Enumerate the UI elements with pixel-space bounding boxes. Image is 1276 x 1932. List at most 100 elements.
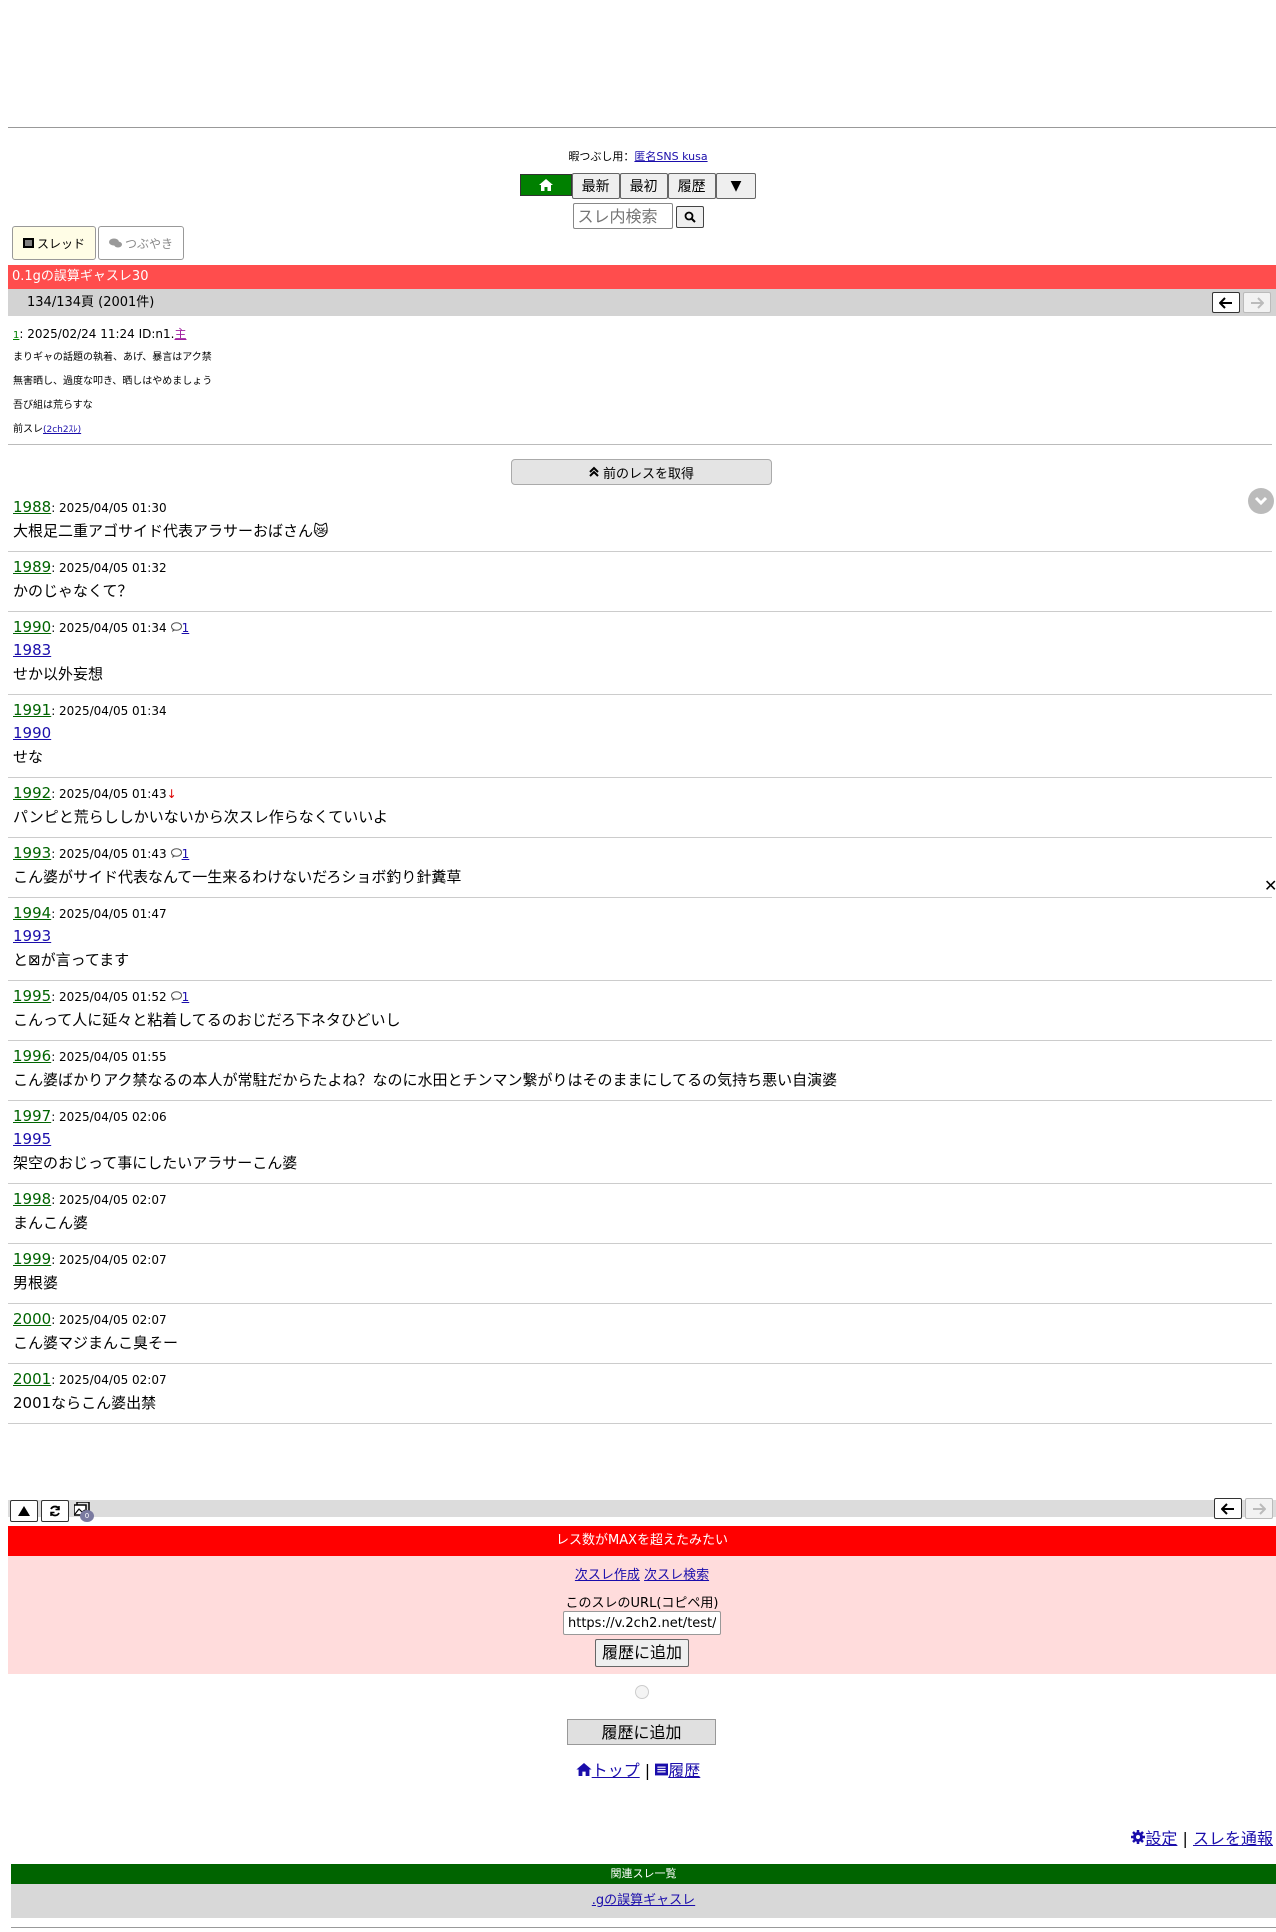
next-thread-search-link[interactable]: 次スレ検索 [644, 1568, 709, 1583]
scroll-top-button[interactable] [10, 1500, 38, 1522]
post-item: 1995: 2025/04/05 01:52 1 こんって人に延々と粘着してるのおじ… [8, 981, 1272, 1041]
footer-next-page-button[interactable] [1245, 1498, 1273, 1519]
op-prev-link[interactable]: (2ch2ｽﾚ) [43, 425, 81, 435]
post-date: : 2025/04/05 01:43 [51, 787, 167, 801]
refresh-button[interactable] [41, 1500, 69, 1522]
reply-count[interactable]: 1 [170, 990, 189, 1004]
tab-tweet-label: つぶやき [125, 236, 174, 251]
prev-page-button[interactable] [1212, 292, 1240, 313]
reply-count[interactable]: 1 [170, 847, 190, 861]
post-number[interactable]: 2000 [13, 1310, 51, 1328]
reply-count[interactable]: 1 [170, 621, 189, 635]
op-line: まりギャの話題の執着、あげ、暴言はアク禁 [13, 352, 212, 363]
post-item: 1994: 2025/04/05 01:47 1993 と⊠が言ってます [8, 898, 1272, 981]
post-number[interactable]: 1996 [13, 1047, 51, 1065]
top-link[interactable]: トップ [576, 1761, 640, 1780]
post-number[interactable]: 1992 [13, 784, 51, 802]
latest-button[interactable]: 最新 [571, 173, 620, 199]
post-number[interactable]: 1989 [13, 558, 51, 576]
bottom-divider [11, 1927, 1276, 1928]
post-number[interactable]: 1995 [13, 987, 51, 1005]
settings-link[interactable]: 設定 [1131, 1829, 1177, 1848]
top-link-label: トップ [591, 1761, 640, 1780]
related-link[interactable]: .gの誤算ギャスレ [592, 1893, 695, 1908]
post-header: 1999: 2025/04/05 02:07 [13, 1247, 1272, 1271]
post-number[interactable]: 1991 [13, 701, 51, 719]
more-menu-button[interactable]: ▼ [715, 173, 757, 199]
arrow-left-icon [1221, 1502, 1234, 1515]
separator: | [644, 1761, 651, 1780]
promo-link[interactable]: 匿名SNS kusa [634, 150, 707, 163]
post-item: 1988: 2025/04/05 01:30 大根足二重アゴサイド代表アラサーおば… [8, 492, 1272, 552]
triangle-up-icon [18, 1506, 30, 1516]
post-body: 大根足二重アゴサイド代表アラサーおばさん😿 [13, 522, 329, 540]
home-button[interactable] [519, 174, 572, 196]
post-body: 架空のおじって事にしたいアラサーこん婆 [13, 1154, 298, 1172]
post-body: せか以外妄想 [13, 665, 104, 683]
post-item: 1996: 2025/04/05 01:55 こん婆ばかりアク禁なるの本人が常駐だ… [8, 1041, 1272, 1101]
report-link[interactable]: スレを通報 [1193, 1829, 1273, 1848]
post-date: : 2025/04/05 02:07 [51, 1313, 167, 1327]
comments-icon [109, 238, 123, 248]
load-previous-button[interactable]: 前のレスを取得 [511, 459, 772, 485]
anchor-link[interactable]: 1983 [13, 641, 51, 659]
post-number[interactable]: 1999 [13, 1250, 51, 1268]
post-date: : 2025/04/05 02:06 [51, 1110, 167, 1124]
history-button[interactable]: 履歴 [667, 173, 716, 199]
op-header: 1: 2025/02/24 11:24 ID:n1.主 [13, 322, 212, 346]
add-history-button-secondary[interactable]: 履歴に追加 [567, 1719, 716, 1745]
nav-bar: 最新 最初 履歴 ▼ [0, 173, 1276, 199]
op-prev-thread: 前スレ(2ch2ｽﾚ) [13, 418, 212, 442]
search-input[interactable] [572, 203, 673, 229]
post-number[interactable]: 2001 [13, 1370, 51, 1388]
post-body: こん婆がサイド代表なんて一生来るわけないだろショボ釣り針糞草 [13, 868, 462, 886]
post-number[interactable]: 1990 [13, 618, 51, 636]
post-number[interactable]: 1994 [13, 904, 51, 922]
list-icon [655, 1763, 669, 1776]
thread-url-label: このスレのURL(コピペ用) [565, 1596, 719, 1611]
post-header: 1989: 2025/04/05 01:32 [13, 555, 1272, 579]
post-header: 1991: 2025/04/05 01:34 [13, 698, 1272, 722]
down-arrow-icon: ↓ [166, 787, 177, 801]
speech-bubble-icon [170, 848, 182, 858]
thread-url-field[interactable] [563, 1611, 721, 1635]
search-button[interactable] [675, 206, 704, 228]
op-nushi[interactable]: 主 [174, 327, 186, 341]
tab-thread-label: スレッド [37, 236, 86, 251]
tab-tweet[interactable]: つぶやき [98, 226, 185, 260]
next-thread-create-link[interactable]: 次スレ作成 [575, 1568, 640, 1583]
anchor-link[interactable]: 1990 [13, 724, 51, 742]
post-header: 1993: 2025/04/05 01:43 1 [13, 841, 1272, 865]
post-header: 1995: 2025/04/05 01:52 1 [13, 984, 1272, 1008]
post-item: 1997: 2025/04/05 02:06 1995 架空のおじって事にしたいアラ… [8, 1101, 1272, 1184]
post-body: こんって人に延々と粘着してるのおじだろ下ネタひどいし [13, 1011, 401, 1029]
thread-search [0, 203, 1276, 229]
post-body: こん婆マジまんこ臭そー [13, 1334, 179, 1352]
original-post: 1: 2025/02/24 11:24 ID:n1.主 まりギャの話題の執着、あ… [13, 322, 212, 442]
anchor-link[interactable]: 1993 [13, 927, 51, 945]
next-thread-panel: 次スレ作成 次スレ検索 このスレのURL(コピペ用) 履歴に追加 [8, 1556, 1276, 1674]
anchor-link[interactable]: 1995 [13, 1130, 51, 1148]
post-date: : 2025/04/05 01:34 [51, 621, 167, 635]
post-number[interactable]: 1988 [13, 498, 51, 516]
image-count-badge: 0 [80, 1510, 94, 1522]
max-notice: レス数がMAXを超えたみたい [8, 1526, 1276, 1556]
op-divider [8, 444, 1272, 445]
next-page-button[interactable] [1243, 292, 1271, 313]
add-history-button[interactable]: 履歴に追加 [594, 1639, 689, 1667]
post-date: : 2025/04/05 01:30 [51, 501, 167, 515]
post-body: せな [13, 748, 44, 766]
history-link[interactable]: 履歴 [655, 1761, 700, 1780]
post-number[interactable]: 1997 [13, 1107, 51, 1125]
post-anchor: 1993 [13, 925, 1272, 948]
speech-bubble-icon [170, 622, 182, 632]
post-number[interactable]: 1993 [13, 844, 51, 862]
post-number[interactable]: 1998 [13, 1190, 51, 1208]
reply-count-label: 1 [181, 847, 190, 861]
tab-thread[interactable]: スレッド [12, 226, 97, 260]
post-header: 1990: 2025/04/05 01:34 1 [13, 615, 1272, 639]
first-button[interactable]: 最初 [619, 173, 668, 199]
post-header: 1994: 2025/04/05 01:47 [13, 901, 1272, 925]
footer-prev-page-button[interactable] [1214, 1498, 1242, 1519]
promo-line: 暇つぶし用：匿名SNS kusa [0, 148, 1276, 164]
